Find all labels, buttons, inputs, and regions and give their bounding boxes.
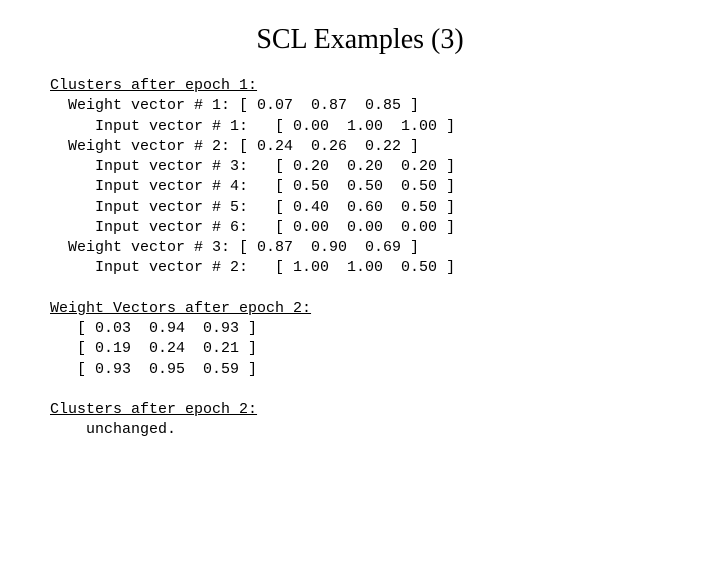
- section2-header: Weight Vectors after epoch 2:: [50, 300, 311, 317]
- page-title: SCL Examples (3): [0, 24, 720, 56]
- section1-body: Weight vector # 1: [ 0.07 0.87 0.85 ] In…: [50, 97, 455, 276]
- section1-header: Clusters after epoch 1:: [50, 77, 257, 94]
- content-block: Clusters after epoch 1: Weight vector # …: [50, 76, 720, 441]
- section3-header: Clusters after epoch 2:: [50, 401, 257, 418]
- section3-body: unchanged.: [50, 421, 176, 438]
- section2-body: [ 0.03 0.94 0.93 ] [ 0.19 0.24 0.21 ] [ …: [50, 320, 257, 378]
